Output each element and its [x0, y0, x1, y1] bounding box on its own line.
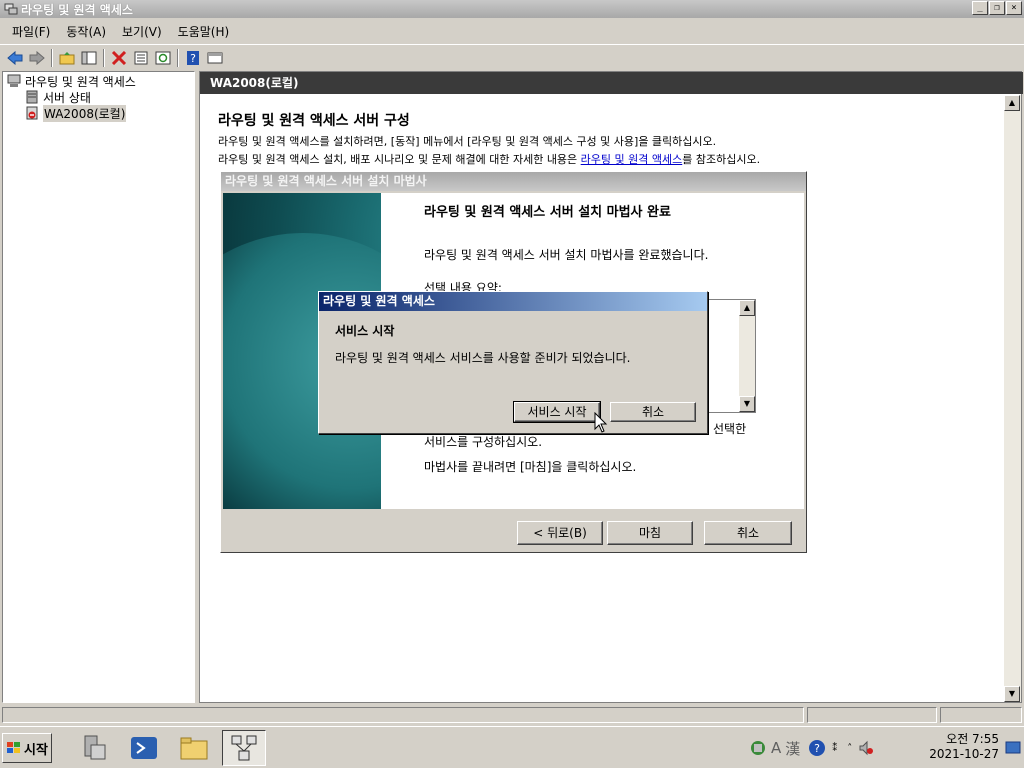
wizard-titlebar[interactable]: 라우팅 및 원격 액세스 서버 설치 마법사: [221, 172, 806, 191]
tree-root[interactable]: 라우팅 및 원격 액세스: [7, 73, 136, 89]
console-tree: 라우팅 및 원격 액세스 서버 상태 WA2008(로컬): [2, 71, 195, 703]
toolbar-separator: [177, 48, 179, 67]
hanja-icon[interactable]: 漢: [785, 738, 800, 759]
wizard-complete-text: 라우팅 및 원격 액세스 서버 설치 마법사를 완료했습니다.: [424, 248, 709, 262]
back-icon[interactable]: [4, 47, 26, 69]
tree-item-label: WA2008(로컬): [43, 104, 127, 122]
wizard-text-fragment: 선택한: [713, 422, 747, 436]
ime-help-icon[interactable]: ?: [808, 739, 826, 757]
wizard-finish-text: 마법사를 끝내려면 [마침]을 클릭하십시오.: [424, 460, 637, 474]
console-icon[interactable]: [204, 47, 226, 69]
start-service-button[interactable]: 서비스 시작: [513, 401, 601, 423]
config-instructions: 라우팅 및 원격 액세스를 설치하려면, [동작] 메뉴에서 [라우팅 및 원격…: [218, 135, 717, 148]
properties-icon[interactable]: [130, 47, 152, 69]
start-service-dialog: 라우팅 및 원격 액세스 서비스 시작 라우팅 및 원격 액세스 서비스를 사용…: [318, 291, 708, 434]
wizard-cancel-button[interactable]: 취소: [704, 521, 792, 545]
explorer-taskbar-icon[interactable]: [172, 730, 216, 766]
windows-logo-icon: [7, 742, 21, 753]
scroll-up-button[interactable]: ▲: [1004, 95, 1020, 111]
wizard-configure-text: 서비스를 구성하십시오.: [424, 435, 543, 449]
start-label: 시작: [24, 742, 48, 758]
menu-file[interactable]: 파일(F): [4, 23, 58, 40]
window-title: 라우팅 및 원격 액세스: [21, 2, 133, 17]
server-icon: [26, 90, 38, 104]
up-folder-icon[interactable]: [56, 47, 78, 69]
show-desktop-icon[interactable]: [1005, 741, 1021, 755]
summary-scrollbar[interactable]: ▲ ▼: [739, 300, 755, 412]
clock-date: 2021-10-27: [929, 747, 999, 761]
minimize-button[interactable]: _: [972, 1, 988, 15]
menu-bar: 파일(F) 동작(A) 보기(V) 도움말(H): [0, 20, 1024, 42]
window-titlebar[interactable]: 라우팅 및 원격 액세스 _ ❐ ×: [0, 0, 1024, 18]
powershell-taskbar-icon[interactable]: [122, 730, 166, 766]
config-more-info-post: 를 참조하십시오.: [682, 153, 761, 166]
details-header: WA2008(로컬): [200, 72, 1023, 94]
toolbar: ?: [0, 44, 1024, 70]
toolbar-separator: [51, 48, 53, 67]
help-icon[interactable]: ?: [182, 47, 204, 69]
config-more-info-pre: 라우팅 및 원격 액세스 설치, 배포 시나리오 및 문제 해결에 대한 자세한…: [218, 153, 581, 166]
details-scrollbar[interactable]: ▲ ▼: [1004, 95, 1021, 702]
options-icon[interactable]: ⁑: [832, 743, 837, 754]
config-more-info: 라우팅 및 원격 액세스 설치, 배포 시나리오 및 문제 해결에 대한 자세한…: [218, 151, 760, 167]
scroll-up-button[interactable]: ▲: [739, 300, 755, 316]
status-cell-2: [807, 707, 937, 723]
server-stopped-icon: [26, 106, 38, 120]
routing-app-icon: [4, 3, 18, 15]
scroll-down-button[interactable]: ▼: [739, 396, 755, 412]
dialog-titlebar[interactable]: 라우팅 및 원격 액세스: [319, 292, 707, 311]
dialog-heading: 서비스 시작: [335, 324, 395, 338]
restore-button[interactable]: ❐: [989, 1, 1005, 15]
dialog-cancel-button[interactable]: 취소: [610, 402, 696, 422]
tree-item-server-status[interactable]: 서버 상태: [25, 89, 91, 105]
svg-text:?: ?: [190, 52, 196, 65]
back-button[interactable]: < 뒤로(B): [517, 521, 603, 545]
refresh-icon[interactable]: [152, 47, 174, 69]
delete-icon[interactable]: [108, 47, 130, 69]
wizard-heading: 라우팅 및 원격 액세스 서버 설치 마법사 완료: [424, 205, 671, 220]
volume-muted-icon[interactable]: [858, 740, 874, 756]
close-button[interactable]: ×: [1006, 1, 1022, 15]
help-link[interactable]: 라우팅 및 원격 액세스: [581, 153, 683, 166]
clock-time: 오전 7:55: [946, 732, 999, 746]
status-bar: [0, 705, 1024, 725]
svg-text:?: ?: [814, 742, 820, 755]
menu-view[interactable]: 보기(V): [114, 23, 170, 40]
computer-icon: [7, 74, 21, 87]
start-button[interactable]: 시작: [2, 733, 52, 763]
finish-button[interactable]: 마침: [607, 521, 693, 545]
show-hidden-icons-icon[interactable]: ˄: [847, 743, 852, 754]
config-title: 라우팅 및 원격 액세스 서버 구성: [218, 113, 410, 129]
dialog-message: 라우팅 및 원격 액세스 서비스를 사용할 준비가 되었습니다.: [335, 351, 631, 365]
show-hide-tree-icon[interactable]: [78, 47, 100, 69]
menu-action[interactable]: 동작(A): [58, 23, 114, 40]
clock[interactable]: 오전 7:55 2021-10-27: [929, 732, 999, 762]
mouse-cursor-icon: [594, 412, 608, 433]
forward-icon[interactable]: [26, 47, 48, 69]
status-cell-3: [940, 707, 1022, 723]
status-cell-main: [2, 707, 804, 723]
taskbar: 시작 A 漢 ? ⁑ ˄ 오전 7:55 2021-10-27: [0, 726, 1024, 768]
server-manager-taskbar-icon[interactable]: [72, 730, 116, 766]
scroll-down-button[interactable]: ▼: [1004, 686, 1020, 702]
menu-help[interactable]: 도움말(H): [170, 23, 238, 40]
routing-taskbar-icon[interactable]: [222, 730, 266, 766]
tree-root-label: 라우팅 및 원격 액세스: [25, 74, 136, 89]
tree-item-label: 서버 상태: [43, 90, 91, 105]
language-bar-icon[interactable]: [749, 739, 767, 757]
tree-item-wa2008[interactable]: WA2008(로컬): [25, 104, 127, 122]
input-mode-icon[interactable]: A: [771, 739, 781, 757]
toolbar-separator: [103, 48, 105, 67]
